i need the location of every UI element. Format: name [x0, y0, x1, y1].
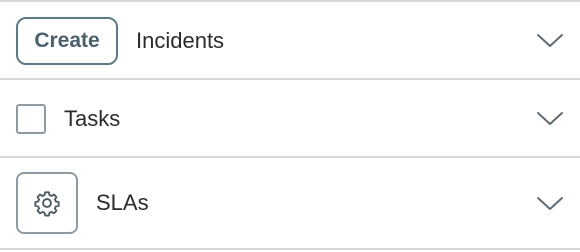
gear-icon [34, 191, 60, 217]
bottom-divider [0, 248, 580, 250]
slas-label: SLAs [96, 190, 149, 215]
accordion-row-tasks[interactable]: Tasks [0, 80, 580, 156]
chevron-down-icon[interactable] [536, 31, 564, 51]
accordion-row-incidents[interactable]: Create Incidents [0, 2, 580, 78]
chevron-down-icon[interactable] [536, 109, 564, 129]
chevron-down-icon[interactable] [536, 194, 564, 214]
settings-button[interactable] [16, 172, 78, 234]
accordion-panel: Create Incidents Tasks SLAs [0, 0, 580, 252]
create-button[interactable]: Create [16, 17, 118, 65]
tasks-checkbox[interactable] [16, 104, 46, 134]
incidents-label: Incidents [136, 28, 225, 53]
accordion-row-slas[interactable]: SLAs [0, 158, 580, 248]
tasks-label: Tasks [64, 106, 121, 131]
